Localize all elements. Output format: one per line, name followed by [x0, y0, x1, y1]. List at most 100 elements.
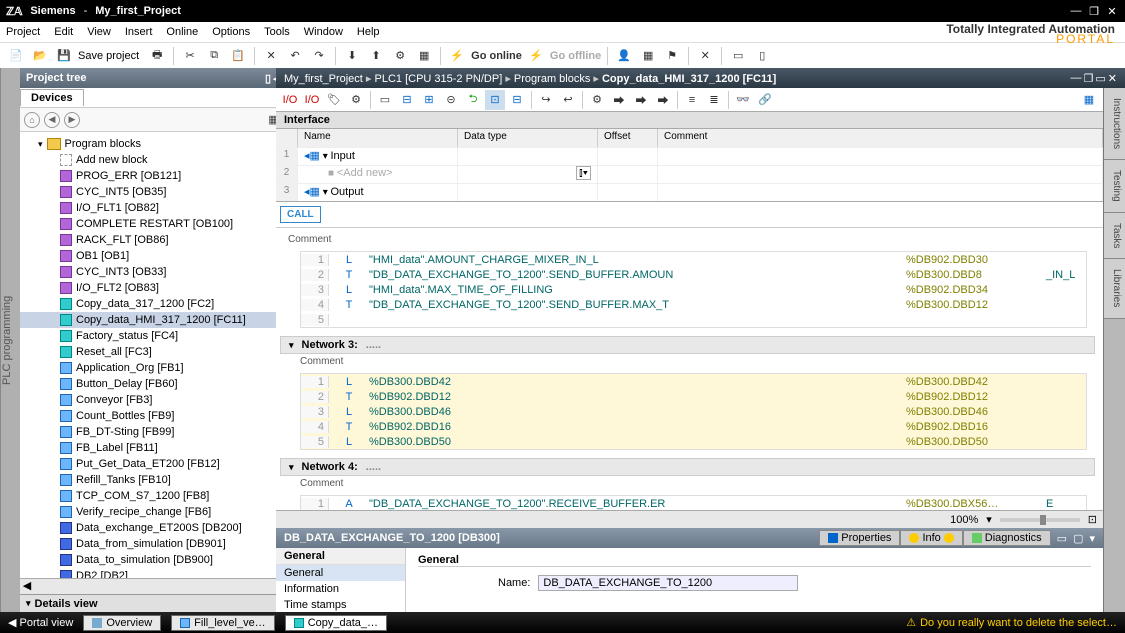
zoom-slider[interactable]	[1000, 518, 1080, 522]
call-button[interactable]: CALL	[280, 206, 321, 223]
tree-item[interactable]: FB_DT-Sting [FB99]	[20, 424, 288, 440]
simulate-icon[interactable]: ▦	[414, 46, 434, 66]
ed-view3-icon[interactable]: ⊝	[441, 90, 461, 110]
menu-tools[interactable]: Tools	[264, 26, 290, 38]
crumb-2[interactable]: Program blocks	[514, 73, 602, 85]
editor-min-icon[interactable]: —	[1071, 72, 1082, 85]
project-tree[interactable]: ▾ Program blocks Add new blockPROG_ERR […	[20, 132, 288, 578]
code-line[interactable]: 2T%DB902.DBD12%DB902.DBD12	[301, 389, 1086, 404]
close-icon[interactable]: ✕	[1105, 4, 1119, 18]
crumb-1[interactable]: PLC1 [CPU 315-2 PN/DP]	[375, 73, 514, 85]
flag-icon[interactable]: ⚑	[662, 46, 682, 66]
tree-item[interactable]: Count_Bottles [FB9]	[20, 408, 288, 424]
open-project-icon[interactable]: 📂	[30, 46, 50, 66]
tree-item[interactable]: Put_Get_Data_ET200 [FB12]	[20, 456, 288, 472]
nav-fwd-icon[interactable]: ▶	[64, 112, 80, 128]
ed-goto-icon[interactable]: ↪	[536, 90, 556, 110]
tab-instructions[interactable]: Instructions	[1104, 88, 1125, 160]
bottom-tab-fill-level[interactable]: Fill_level_ve…	[171, 615, 275, 631]
ed-view1-icon[interactable]: ⊟	[397, 90, 417, 110]
tree-item[interactable]: Application_Org [FB1]	[20, 360, 288, 376]
menu-insert[interactable]: Insert	[125, 26, 153, 38]
zoom-fit-icon[interactable]: ⊡	[1088, 513, 1097, 526]
tree-item[interactable]: Add new block	[20, 152, 288, 168]
menu-edit[interactable]: Edit	[54, 26, 73, 38]
bottom-tab-overview[interactable]: Overview	[83, 615, 161, 631]
go-online-icon[interactable]: ⚡	[447, 46, 467, 66]
name-field[interactable]	[538, 575, 798, 591]
inspector-general-tab[interactable]: General	[276, 548, 405, 565]
code-line[interactable]: 4T%DB902.DBD16%DB902.DBD16	[301, 419, 1086, 434]
tree-item[interactable]: TCP_COM_S7_1200 [FB8]	[20, 488, 288, 504]
nav-back-icon[interactable]: ◀	[44, 112, 60, 128]
tree-item[interactable]: Button_Delay [FB60]	[20, 376, 288, 392]
go-offline-icon[interactable]: ⚡	[526, 46, 546, 66]
tree-item[interactable]: DB2 [DB2]	[20, 568, 288, 578]
split-v-icon[interactable]: ▯	[752, 46, 772, 66]
tree-scrollbar[interactable]: ◀ ▶	[20, 578, 288, 594]
accessible-devices-icon[interactable]: 👤	[614, 46, 634, 66]
plc-programming-tab[interactable]: PLC programming	[0, 68, 20, 612]
network-3-header[interactable]: Network 3: .....	[280, 336, 1095, 354]
inspector-max-icon[interactable]: ▢	[1073, 532, 1083, 545]
code-line[interactable]: 5	[301, 312, 1086, 327]
cut-icon[interactable]: ✂	[180, 46, 200, 66]
ed-force-icon[interactable]: ⮕	[631, 90, 651, 110]
crumb-3[interactable]: Copy_data_HMI_317_1200 [FC11]	[602, 73, 776, 85]
editor-close-icon[interactable]: ✕	[1108, 72, 1117, 85]
menu-online[interactable]: Online	[166, 26, 198, 38]
paste-icon[interactable]: 📋	[228, 46, 248, 66]
tree-item[interactable]: I/O_FLT2 [OB83]	[20, 280, 288, 296]
tree-item[interactable]: Factory_status [FC4]	[20, 328, 288, 344]
tree-item[interactable]: Refill_Tanks [FB10]	[20, 472, 288, 488]
ed-fmt1-icon[interactable]: ≡	[682, 90, 702, 110]
tree-item[interactable]: Copy_data_HMI_317_1200 [FC11]	[20, 312, 288, 328]
code-area[interactable]: Comment 1L"HMI_data".AMOUNT_CHARGE_MIXER…	[276, 228, 1103, 510]
tree-item[interactable]: Copy_data_317_1200 [FC2]	[20, 296, 288, 312]
inspector-nav-timestamps[interactable]: Time stamps	[276, 597, 405, 613]
download-icon[interactable]: ⬇	[342, 46, 362, 66]
code-line[interactable]: 1L%DB300.DBD42%DB300.DBD42	[301, 374, 1086, 389]
tree-item[interactable]: FB_Label [FB11]	[20, 440, 288, 456]
code-line[interactable]: 2T"DB_DATA_EXCHANGE_TO_1200".SEND_BUFFER…	[301, 267, 1086, 282]
devices-tab[interactable]: Devices	[20, 89, 84, 106]
tree-item[interactable]: Data_from_simulation [DB901]	[20, 536, 288, 552]
code-line[interactable]: 3L%DB300.DBD46%DB300.DBD46	[301, 404, 1086, 419]
save-icon[interactable]: 💾	[54, 46, 74, 66]
interface-table[interactable]: Name Data type Offset Comment 1 ◂▦ ▾ Inp…	[276, 129, 1103, 202]
code-line[interactable]: 5L%DB300.DBD50%DB300.DBD50	[301, 434, 1086, 449]
ed-comp-icon[interactable]: ⚙	[346, 90, 366, 110]
print-icon[interactable]: 🖶	[147, 46, 167, 66]
tree-item[interactable]: Verify_recipe_change [FB6]	[20, 504, 288, 520]
tab-diagnostics[interactable]: Diagnostics	[963, 530, 1051, 546]
close-conn-icon[interactable]: ✕	[695, 46, 715, 66]
ed-comment-icon[interactable]: ▭	[375, 90, 395, 110]
tree-item[interactable]: Data_to_simulation [DB900]	[20, 552, 288, 568]
ed-view5-icon[interactable]: ⊡	[485, 90, 505, 110]
split-h-icon[interactable]: ▭	[728, 46, 748, 66]
menu-project[interactable]: Project	[6, 26, 40, 38]
menu-help[interactable]: Help	[357, 26, 380, 38]
ed-monitor-icon[interactable]: ⚙	[587, 90, 607, 110]
tree-item[interactable]: OB1 [OB1]	[20, 248, 288, 264]
tree-item[interactable]: RACK_FLT [OB86]	[20, 232, 288, 248]
tree-item[interactable]: Data_exchange_ET200S [DB200]	[20, 520, 288, 536]
ed-view6-icon[interactable]: ⊟	[507, 90, 527, 110]
code-line[interactable]: 1L"HMI_data".AMOUNT_CHARGE_MIXER_IN_L%DB…	[301, 252, 1086, 267]
ed-panel-icon[interactable]: ▦	[1079, 90, 1099, 110]
tree-pin-icon[interactable]: ▯	[265, 72, 271, 85]
ed-glasses-icon[interactable]: 👓	[733, 90, 753, 110]
menu-view[interactable]: View	[87, 26, 111, 38]
tree-root[interactable]: ▾ Program blocks	[20, 136, 288, 152]
new-project-icon[interactable]: 📄	[6, 46, 26, 66]
menu-options[interactable]: Options	[212, 26, 250, 38]
crumb-0[interactable]: My_first_Project	[284, 73, 375, 85]
ed-insert-icon[interactable]: I/O	[280, 90, 300, 110]
go-online-label[interactable]: Go online	[471, 50, 522, 62]
tree-item[interactable]: Conveyor [FB3]	[20, 392, 288, 408]
network-4-header[interactable]: Network 4: .....	[280, 458, 1095, 476]
code-line[interactable]: 3L"HMI_data".MAX_TIME_OF_FILLING%DB902.D…	[301, 282, 1086, 297]
cross-ref-icon[interactable]: ▦	[638, 46, 658, 66]
tree-item[interactable]: CYC_INT5 [OB35]	[20, 184, 288, 200]
delete-icon[interactable]: ✕	[261, 46, 281, 66]
